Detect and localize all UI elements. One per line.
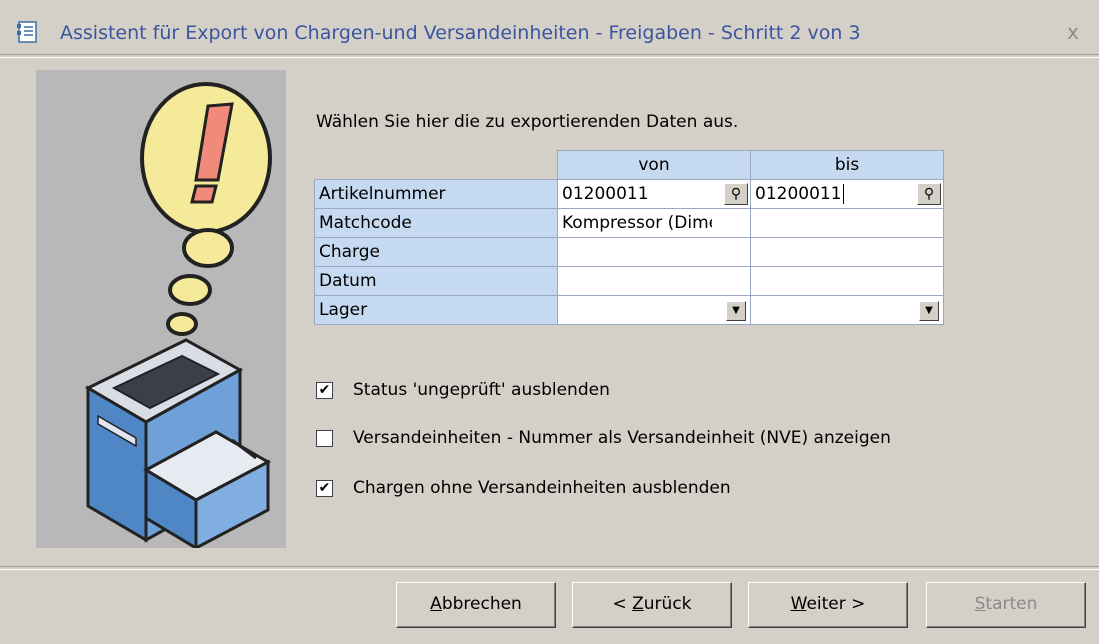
back-button[interactable]: < Zurück [572, 582, 732, 628]
row-lager: Lager ▼ ▼ [314, 295, 944, 325]
datum-von-field[interactable] [557, 266, 751, 296]
charge-bis-field[interactable] [750, 237, 944, 267]
status-checkbox-label: Status 'ungeprüft' ausblenden [353, 380, 610, 400]
matchcode-von-value: Kompressor (Dimens [562, 213, 712, 233]
title-divider [0, 54, 1099, 58]
cancel-label: bbrechen [441, 594, 522, 614]
nve-checkbox-label: Versandeinheiten - Nummer als Versandein… [353, 428, 891, 448]
matchcode-bis-field[interactable] [750, 208, 944, 238]
row-label-matchcode: Matchcode [314, 208, 558, 238]
back-label: urück [643, 594, 692, 614]
row-datum: Datum [314, 266, 944, 296]
artikelnummer-bis-field[interactable]: 01200011 ⚲ [750, 179, 944, 209]
checkbox-row-status[interactable]: ✔ Status 'ungeprüft' ausblenden [316, 380, 610, 400]
artikelnummer-von-field[interactable]: 01200011 ⚲ [557, 179, 751, 209]
artikelnummer-bis-value: 01200011 [755, 184, 842, 204]
next-mnemonic: W [790, 594, 807, 614]
artikelnummer-von-value: 01200011 [562, 184, 649, 204]
wizard-illustration [36, 70, 286, 551]
title-bar: Assistent für Export von Chargen-und Ver… [0, 0, 1099, 54]
wizard-form-icon [17, 21, 37, 43]
row-label-artikelnummer: Artikelnummer [314, 179, 558, 209]
filter-grid: von bis Artikelnummer 01200011 ⚲ 0120001… [314, 150, 944, 325]
row-matchcode: Matchcode Kompressor (Dimens [314, 208, 944, 238]
chevron-down-icon[interactable]: ▼ [919, 301, 939, 321]
cancel-button[interactable]: Abbrechen [396, 582, 556, 628]
start-label: tarten [985, 594, 1038, 614]
matchcode-von-field[interactable]: Kompressor (Dimens [557, 208, 751, 238]
printer-exclamation-illustration [84, 82, 272, 551]
row-charge: Charge [314, 237, 944, 267]
chevron-down-icon[interactable]: ▼ [726, 301, 746, 321]
column-header-von: von [557, 150, 751, 180]
checkbox-row-nve[interactable]: Versandeinheiten - Nummer als Versandein… [316, 428, 891, 448]
close-button[interactable]: x [1059, 18, 1087, 46]
magnifier-icon[interactable]: ⚲ [917, 183, 941, 205]
row-label-lager: Lager [314, 295, 558, 325]
lager-bis-select[interactable]: ▼ [750, 295, 944, 325]
lager-von-select[interactable]: ▼ [557, 295, 751, 325]
footer-divider [0, 566, 1099, 570]
magnifier-icon[interactable]: ⚲ [724, 183, 748, 205]
row-label-charge: Charge [314, 237, 558, 267]
window-title: Assistent für Export von Chargen-und Ver… [60, 22, 861, 44]
cancel-mnemonic: A [430, 594, 442, 614]
checkbox-row-chargen[interactable]: ✔ Chargen ohne Versandeinheiten ausblend… [316, 478, 731, 498]
start-mnemonic: S [974, 594, 986, 614]
chargen-checkbox[interactable]: ✔ [316, 479, 333, 497]
nve-checkbox[interactable] [316, 429, 333, 447]
next-label: eiter > [806, 594, 866, 614]
chargen-checkbox-label: Chargen ohne Versandeinheiten ausblenden [353, 478, 731, 498]
start-button[interactable]: Starten [926, 582, 1086, 628]
back-prefix: < [612, 594, 633, 614]
grid-header-row: von bis [315, 150, 944, 180]
next-button[interactable]: Weiter > [748, 582, 908, 628]
row-label-datum: Datum [314, 266, 558, 296]
intro-text: Wählen Sie hier die zu exportierenden Da… [316, 112, 739, 132]
charge-von-field[interactable] [557, 237, 751, 267]
back-mnemonic: Z [632, 594, 644, 614]
datum-bis-field[interactable] [750, 266, 944, 296]
text-caret [842, 184, 844, 204]
column-header-bis: bis [750, 150, 944, 180]
grid-corner [315, 151, 558, 180]
row-artikelnummer: Artikelnummer 01200011 ⚲ 01200011 ⚲ [314, 179, 944, 209]
status-checkbox[interactable]: ✔ [316, 381, 333, 399]
